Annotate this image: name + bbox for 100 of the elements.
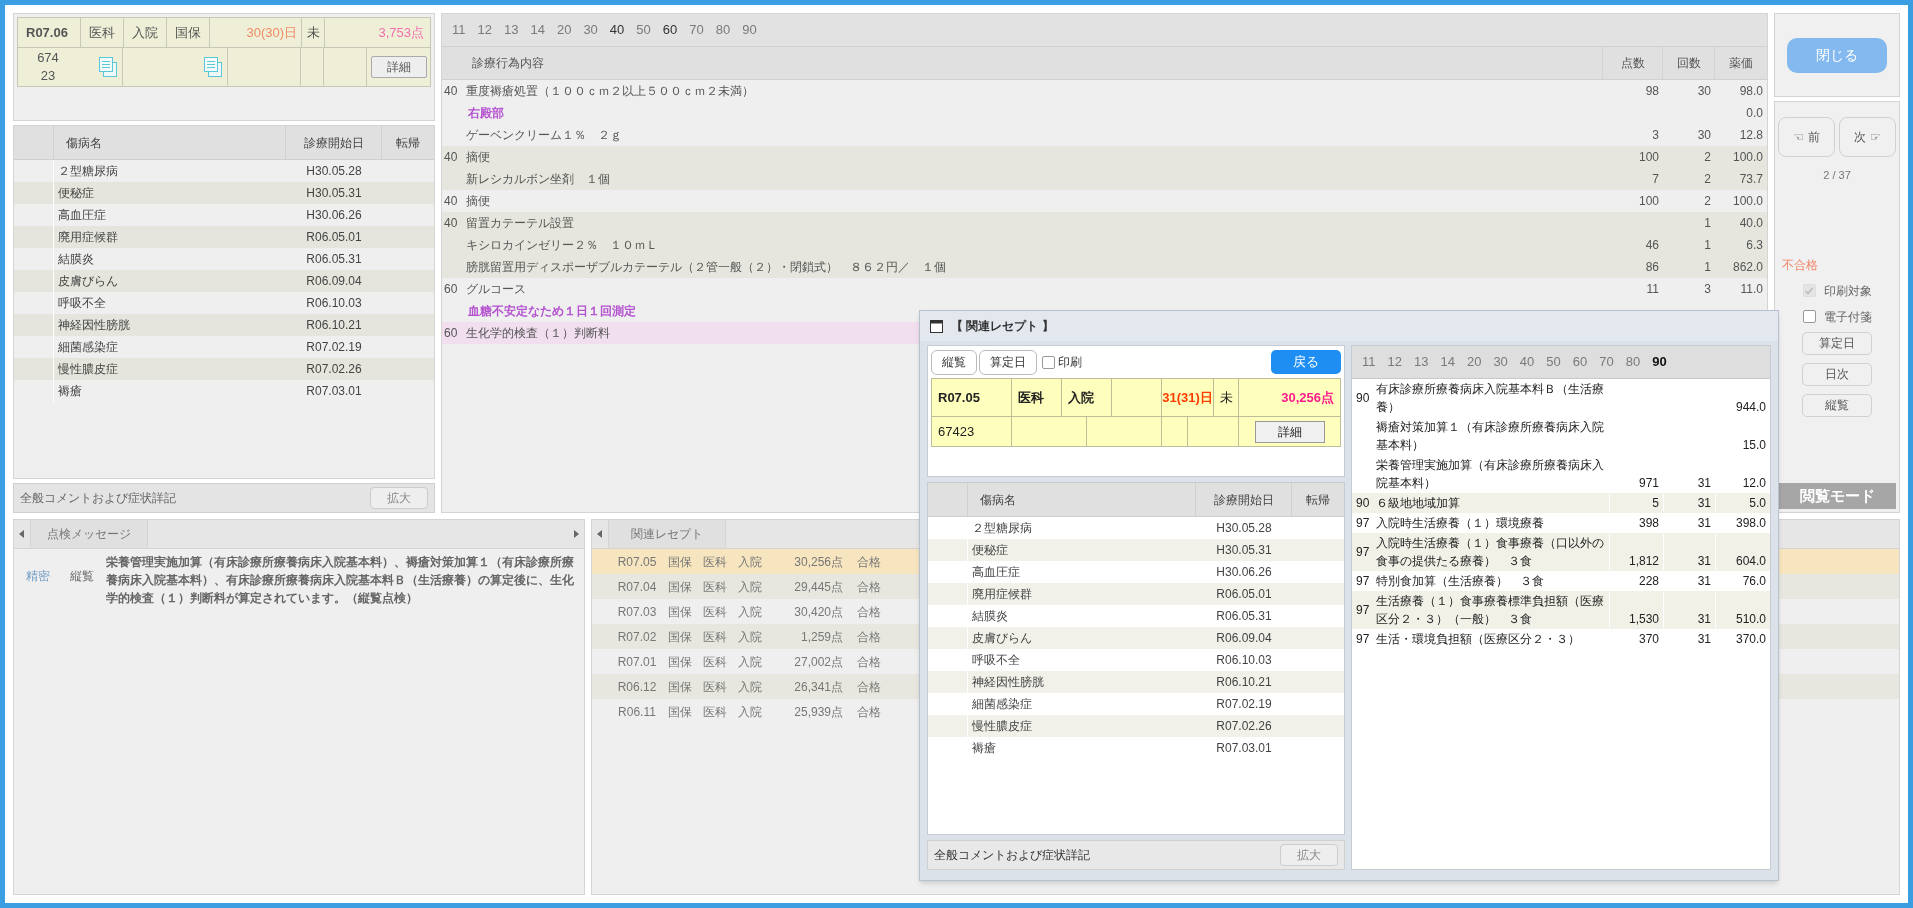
table-cell: 5 <box>1610 494 1664 512</box>
table-cell-text: R06.10.03 <box>1215 652 1273 669</box>
table-cell-text: 0.0 <box>1745 105 1764 122</box>
table-cell-text: 医科 <box>701 653 728 671</box>
checkbox-label: 印刷対象 <box>1823 282 1872 300</box>
table-cell-text: R07.01 <box>616 653 658 671</box>
table-cell-text: R06.05.31 <box>1215 608 1273 625</box>
table-cell-text: 細菌感染症 <box>971 696 1033 713</box>
table-cell-text: R07.03.01 <box>305 383 363 400</box>
table-cell-text: 医科 <box>701 678 728 696</box>
page-counter: 2 / 37 <box>1823 168 1851 183</box>
table-cell-text: 1,259点 <box>799 628 844 646</box>
table-cell-text: 97 <box>1355 631 1371 648</box>
table-cell: 未 <box>302 18 325 47</box>
table-cell-text: H30.05.31 <box>1215 542 1273 559</box>
table-cell-text: 入院 <box>736 603 763 621</box>
table-cell-text: 12.0 <box>1741 475 1767 492</box>
table-cell-text: R07.03.01 <box>1215 740 1273 757</box>
table-cell-text: 3,753点 <box>377 23 425 42</box>
table-cell-text: 3 <box>1703 281 1712 298</box>
table-cell-text: 11.0 <box>1739 281 1764 298</box>
table-cell: 入院時生活療養（１）環境療養 <box>1374 514 1610 532</box>
table-cell-text: ２型糖尿病 <box>971 520 1033 537</box>
column-header: 薬価 <box>1728 55 1754 72</box>
table-cell: 971 <box>1610 456 1664 492</box>
table-cell-text: 合格 <box>856 653 882 671</box>
table-cell-text: 15.0 <box>1741 437 1767 454</box>
table-cell-text: R06.10.03 <box>305 295 363 312</box>
table-cell-text: 73.7 <box>1738 171 1764 188</box>
table-cell-text: 100.0 <box>1731 149 1764 166</box>
table-cell: 30(30)日 <box>210 18 302 47</box>
table-cell: 1,812 <box>1610 534 1664 570</box>
table-cell: R07.05 <box>932 379 1012 416</box>
table-cell-text: 944.0 <box>1734 399 1767 416</box>
table-cell-text: R06.05.31 <box>305 251 363 268</box>
table-cell-text: H30.06.26 <box>305 207 363 224</box>
table-cell-text: 76.0 <box>1741 573 1767 590</box>
table-cell-text: 27,002点 <box>793 653 844 671</box>
table-cell-text: 5.0 <box>1748 495 1767 512</box>
table-cell: 1,530 <box>1610 592 1664 628</box>
table-cell: 31 <box>1664 514 1716 532</box>
severity-label: 精密 <box>25 568 51 585</box>
table-cell-text: 7 <box>1651 171 1660 188</box>
table-cell-text: 60 <box>443 325 459 342</box>
section-label: 全般コメントおよび症状詳記 <box>934 847 1090 864</box>
table-cell: 31 <box>1664 494 1716 512</box>
checkbox-label: 印刷 <box>1058 354 1082 371</box>
table-cell-text: 97 <box>1355 573 1371 590</box>
table-cell-text: 医科 <box>701 628 728 646</box>
table-cell-text: 97 <box>1355 602 1371 619</box>
table-cell: 特別食加算（生活療養） ３食 <box>1374 572 1610 590</box>
table-cell-text: 1 <box>1703 237 1712 254</box>
table-cell-text: 100 <box>1637 193 1660 210</box>
table-cell: 国保 <box>167 18 210 47</box>
table-cell-text: 神経因性膀胱 <box>57 317 131 334</box>
table-cell-text: 1 <box>1703 259 1712 276</box>
table-cell-text: 医科 <box>701 553 728 571</box>
table-cell-text: 入院 <box>736 553 763 571</box>
table-cell-text: 合格 <box>856 678 882 696</box>
table-cell: ６級地地域加算 <box>1374 494 1610 512</box>
table-cell-text: 674 23 <box>36 49 60 85</box>
table-cell-text: 慢性膿皮症 <box>57 361 119 378</box>
column-header: 回数 <box>1663 47 1715 79</box>
table-cell-text: 100.0 <box>1731 193 1764 210</box>
table-cell-text: 11 <box>1645 281 1660 298</box>
table-cell-text: 26,341点 <box>793 678 844 696</box>
table-cell-text: 2 <box>1703 171 1712 188</box>
table-cell-text: 国保 <box>666 703 693 721</box>
table-cell-text: 膀胱留置用ディスポーザブルカテーテル（２管一般（２）・閉鎖式） ８６２円／ １個 <box>465 259 946 276</box>
table-cell-text: 3 <box>1651 127 1660 144</box>
table-cell-text: 86 <box>1644 259 1660 276</box>
table-cell-text: 結膜炎 <box>971 608 1009 625</box>
table-cell-text: R06.10.21 <box>305 317 363 334</box>
table-cell-text: 医科 <box>701 603 728 621</box>
table-cell: 入院 <box>124 18 167 47</box>
table-cell-text: 98.0 <box>1738 83 1764 100</box>
table-cell-text: グルコース <box>465 281 526 298</box>
table-cell-text: R07.03 <box>616 603 658 621</box>
table-cell-text: 生化学的検査（１）判断料 <box>465 325 610 342</box>
table-cell-text: キシロカインゼリー２％ １０ｍＬ <box>465 237 658 254</box>
column-header: 傷病名 <box>968 483 1196 516</box>
table-cell-text: 合格 <box>856 703 882 721</box>
table-cell-text: 6.3 <box>1745 237 1764 254</box>
table-cell-text: 12.8 <box>1738 127 1764 144</box>
table-cell: 398 <box>1610 514 1664 532</box>
table-cell-text: R07.02.26 <box>1215 718 1273 735</box>
table-cell-text: 便秘症 <box>971 542 1009 559</box>
table-cell: 入院 <box>1062 379 1112 416</box>
table-cell-text: R07.02.19 <box>305 339 363 356</box>
table-cell-text: 神経因性膀胱 <box>971 674 1045 691</box>
column-header: 診療開始日 <box>286 126 382 159</box>
table-cell-text: 入院 <box>736 578 763 596</box>
table-cell-text: 40 <box>443 215 459 232</box>
table-cell-text: 皮膚びらん <box>57 273 119 290</box>
table-cell-text: R06.09.04 <box>305 273 363 290</box>
table-cell-text: R07.04 <box>616 578 658 596</box>
table-cell-text: R06.10.21 <box>1215 674 1273 691</box>
check-type: 縦覧 <box>70 568 95 585</box>
table-cell-text: 褥瘡 <box>57 383 83 400</box>
table-cell-text: 右殿部 <box>467 105 504 122</box>
